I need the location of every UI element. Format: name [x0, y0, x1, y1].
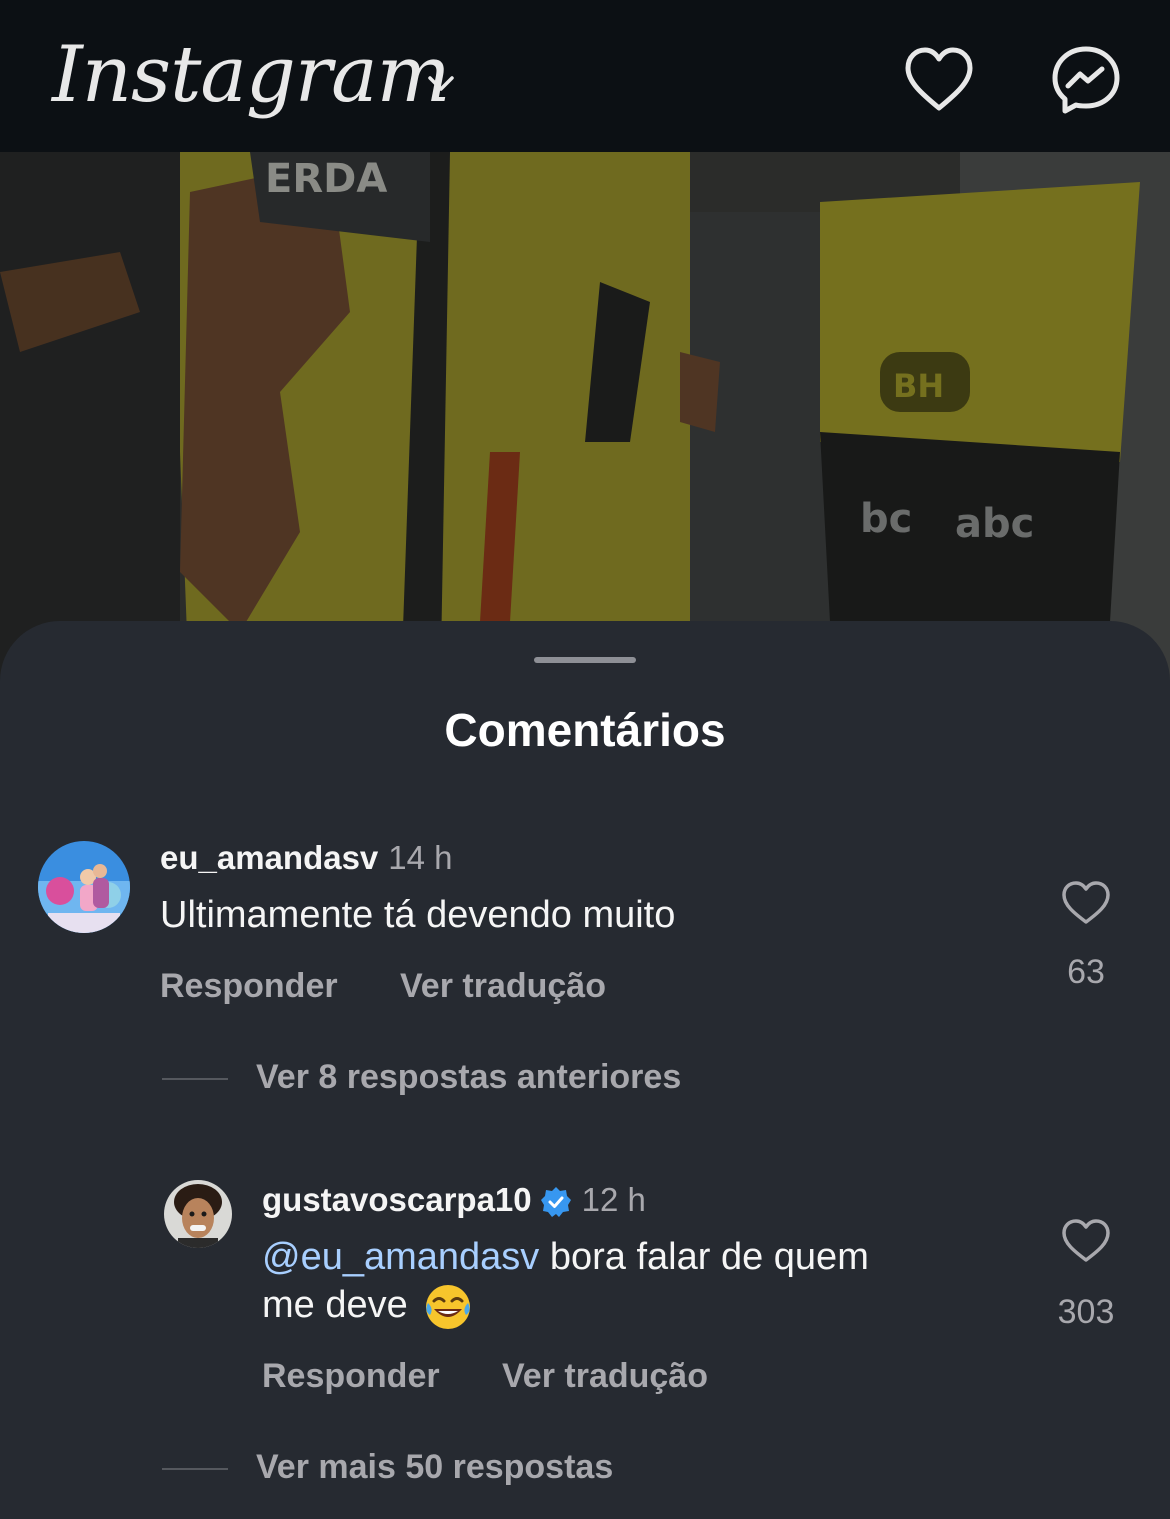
instagram-logo[interactable]: Instagram	[52, 30, 451, 120]
reply-button[interactable]: Responder	[160, 967, 338, 1006]
svg-text:BH: BH	[893, 367, 944, 405]
sheet-drag-handle[interactable]	[534, 657, 636, 663]
translate-button[interactable]: Ver tradução	[502, 1357, 708, 1396]
avatar[interactable]	[38, 841, 130, 933]
replies-divider	[162, 1078, 228, 1080]
view-previous-replies[interactable]: Ver 8 respostas anteriores	[256, 1058, 681, 1097]
reply-text: @eu_amandasv bora falar de quem me deve	[262, 1233, 1022, 1333]
like-count: 303	[1057, 1293, 1115, 1331]
comment-text: Ultimamente tá devendo muito	[160, 894, 676, 936]
view-more-replies[interactable]: Ver mais 50 respostas	[256, 1448, 613, 1487]
verified-badge-icon	[540, 1187, 571, 1218]
top-bar: Instagram	[0, 0, 1170, 152]
heart-icon[interactable]	[1060, 879, 1112, 927]
sleeve-text: ERDA	[265, 156, 387, 202]
comments-sheet: Comentários eu_amandasv 14 h Ultimamente …	[0, 621, 1170, 1519]
avatar[interactable]	[164, 1180, 232, 1248]
comment-username[interactable]: eu_amandasv 14 h	[160, 839, 453, 877]
avatar-image	[164, 1180, 232, 1248]
svg-text:abc: abc	[955, 501, 1034, 547]
heart-icon[interactable]	[902, 44, 976, 116]
chevron-down-icon[interactable]	[424, 66, 458, 100]
heart-icon[interactable]	[1060, 1217, 1112, 1265]
sheet-title: Comentários	[444, 704, 726, 756]
username-text[interactable]: eu_amandasv	[160, 839, 378, 876]
replies-divider	[162, 1468, 228, 1470]
username-text[interactable]: gustavoscarpa10	[262, 1181, 532, 1218]
mention-link[interactable]: @eu_amandasv	[262, 1236, 539, 1278]
reply-username[interactable]: gustavoscarpa10 12 h	[262, 1181, 646, 1219]
svg-text:bc: bc	[860, 496, 912, 542]
comment-time: 12 h	[581, 1181, 646, 1218]
reply-button[interactable]: Responder	[262, 1357, 440, 1396]
like-count: 63	[1067, 953, 1105, 991]
translate-button[interactable]: Ver tradução	[400, 967, 606, 1006]
avatar-image	[38, 841, 130, 933]
messenger-icon[interactable]	[1050, 44, 1122, 116]
comment-time: 14 h	[388, 839, 453, 876]
laughing-tears-emoji-icon	[426, 1285, 471, 1329]
reply-text-line1: bora falar de quem	[539, 1236, 869, 1278]
reply-text-line2: me deve	[262, 1284, 408, 1327]
